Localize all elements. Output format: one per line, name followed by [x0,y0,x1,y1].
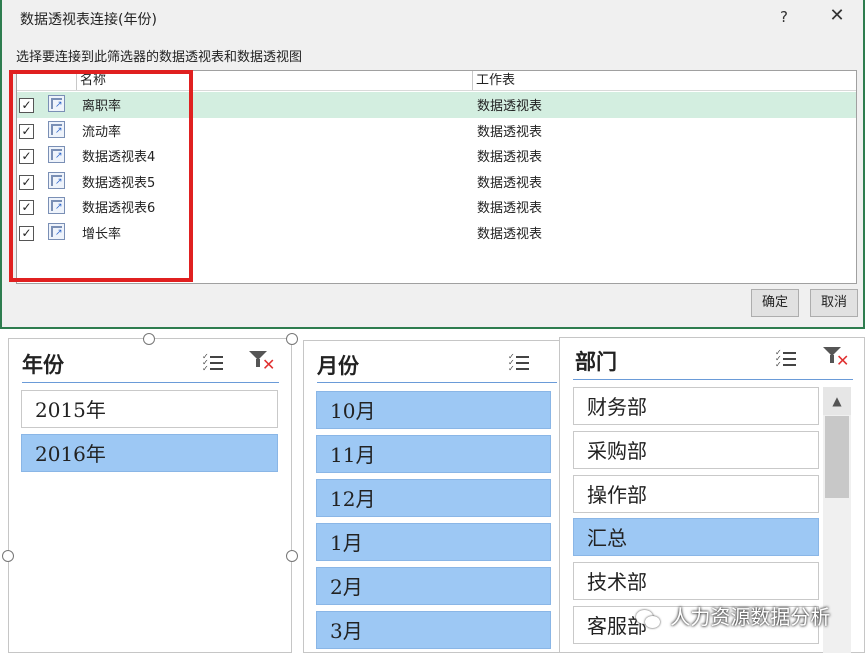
header-sheet[interactable]: 工作表 [473,71,856,90]
slicer-item[interactable]: 采购部 [573,431,819,469]
slicer-item-selected[interactable]: 1月 [316,523,551,561]
help-button[interactable]: ? [774,8,794,26]
close-button[interactable]: ✕ [826,5,848,26]
row-sheet: 数据透视表 [477,150,543,166]
slicer-item[interactable]: 技术部 [573,562,819,600]
slicer-department-title: 部门 [575,350,617,374]
row-sheet: 数据透视表 [477,124,543,140]
wechat-icon [636,608,664,630]
slicer-divider [573,379,853,380]
slicer-year-title: 年份 [22,353,64,377]
scrollbar-thumb[interactable] [825,416,849,498]
slicer-item-selected[interactable]: 10月 [316,391,551,429]
clear-filter-icon[interactable]: ✕ [249,351,275,373]
row-sheet: 数据透视表 [477,175,543,191]
slicer-item[interactable]: 2015年 [21,390,278,428]
slicer-divider [22,382,279,383]
row-sheet: 数据透视表 [477,226,543,242]
clear-filter-icon[interactable]: ✕ [823,347,849,369]
slicer-item-selected[interactable]: 12月 [316,479,551,517]
cancel-button[interactable]: 取消 [810,289,858,317]
multi-select-icon[interactable]: ✓ ✓ ✓ [202,353,224,373]
watermark: 人力资源数据分析 [636,601,830,631]
resize-handle[interactable] [2,550,14,562]
slicer-item-selected[interactable]: 11月 [316,435,551,473]
slicer-divider [317,382,557,383]
slicer-item-selected[interactable]: 汇总 [573,518,819,556]
slicer-month[interactable]: 月份 ✓ ✓ ✓ 10月 11月 12月 1月 2月 3月 [303,340,565,653]
slicer-item-selected[interactable]: 2016年 [21,434,278,472]
slicer-item[interactable]: 操作部 [573,475,819,513]
dialog-title: 数据透视表连接(年份) [20,12,157,28]
slicer-year[interactable]: 年份 ✓ ✓ ✓ ✕ 2015年 2016年 [8,338,292,653]
ok-button[interactable]: 确定 [751,289,799,317]
resize-handle[interactable] [286,333,298,345]
row-sheet: 数据透视表 [477,99,543,114]
watermark-text: 人力资源数据分析 [670,605,831,629]
multi-select-icon[interactable]: ✓ ✓ ✓ [775,349,797,369]
resize-handle[interactable] [286,550,298,562]
slicer-item[interactable]: 财务部 [573,387,819,425]
highlight-annotation-box [9,70,193,282]
resize-handle[interactable] [143,333,155,345]
row-sheet: 数据透视表 [477,201,543,217]
scroll-up-arrow-icon[interactable]: ▲ [823,387,851,415]
slicer-item-selected[interactable]: 2月 [316,567,551,605]
slicer-month-title: 月份 [317,354,359,378]
multi-select-icon[interactable]: ✓ ✓ ✓ [508,353,530,373]
instruction-text: 选择要连接到此筛选器的数据透视表和数据透视图 [16,50,303,65]
slicer-item-selected[interactable]: 3月 [316,611,551,649]
